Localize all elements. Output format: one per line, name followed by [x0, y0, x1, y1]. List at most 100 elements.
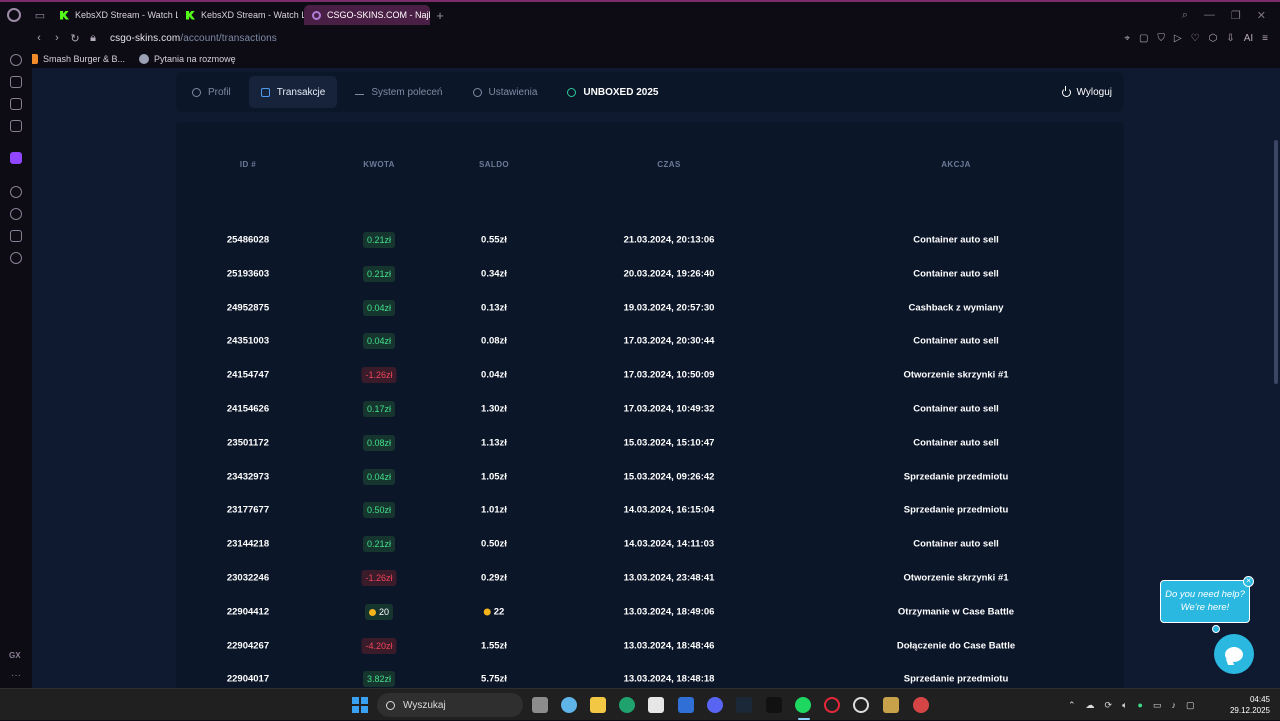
cell-balance: 1.30zł [481, 404, 507, 415]
tab-transakcje[interactable]: Transakcje [248, 76, 338, 108]
cloud-icon[interactable]: ☁ [1086, 700, 1095, 711]
copilot-icon[interactable] [561, 697, 577, 713]
system-tray: ⌃ ☁ ⟳ 🔈︎ ● ▭ ♪ ▢ [1068, 689, 1194, 721]
help-pointer [1212, 625, 1220, 633]
opera-gx-icon[interactable] [824, 697, 840, 713]
bookmark-smash-burger[interactable]: Smash Burger & B... [28, 54, 125, 64]
store-icon[interactable] [648, 697, 664, 713]
messenger-icon[interactable] [10, 120, 22, 132]
cell-action: Container auto sell [913, 235, 999, 246]
notification-icon[interactable]: ▢ [1186, 700, 1195, 711]
page-scrollbar[interactable] [1274, 140, 1278, 384]
logout-button[interactable]: Wyloguj [1061, 85, 1120, 98]
heart-icon[interactable]: ♡ [1191, 33, 1200, 44]
gx-corner-icon[interactable] [10, 76, 22, 88]
microphone-icon[interactable]: ● [1138, 700, 1143, 710]
url-field[interactable]: csgo-skins.com/account/transactions [110, 33, 277, 44]
pin-icon[interactable]: ⌖ [1124, 33, 1130, 44]
taskbar-clock[interactable]: 04:45 29.12.2025 [1230, 694, 1270, 716]
menu-icon[interactable]: ≡ [1262, 33, 1268, 44]
tab-profil[interactable]: Profil [180, 76, 243, 108]
chat-button[interactable] [1214, 634, 1254, 674]
table-row: 23501172 0.08zł 1.13zł 15.03.2024, 15:10:47… [176, 433, 1124, 453]
browser-tab-3[interactable]: CSGO-SKINS.COM - Najle [304, 5, 430, 25]
file-explorer-icon[interactable] [590, 697, 606, 713]
help-bubble[interactable]: Do you need help? We're here! ✕ [1160, 576, 1254, 623]
task-view-icon[interactable] [532, 697, 548, 713]
spotify-icon[interactable] [795, 697, 811, 713]
play-icon[interactable]: ▷ [1174, 33, 1182, 44]
mail-icon[interactable] [678, 697, 694, 713]
cell-amount: -1.26zł [361, 367, 397, 384]
close-icon[interactable]: ✕ [1257, 9, 1266, 22]
table-row: 24351003 0.04zł 0.08zł 17.03.2024, 20:30:44… [176, 331, 1124, 351]
player-icon[interactable] [10, 186, 22, 198]
new-tab-button[interactable]: + [430, 8, 450, 23]
edge-icon[interactable] [619, 697, 635, 713]
ai-icon[interactable]: AI [1244, 33, 1253, 44]
cell-id: 24952875 [227, 302, 269, 313]
league-icon[interactable] [883, 697, 899, 713]
speaker-icon[interactable]: 🔈︎ [1122, 700, 1127, 711]
discord-icon[interactable] [707, 697, 723, 713]
reload-icon[interactable]: ↻ [66, 32, 84, 45]
header-id: ID # [239, 160, 257, 169]
cell-id-text: 24351003 [226, 335, 270, 347]
gx-control-icon[interactable] [10, 54, 22, 66]
cell-balance-text: 1.30zł [481, 403, 507, 415]
cell-amount-text: 3.82zł [366, 674, 392, 685]
cell-amount-text: 0.04zł [366, 471, 392, 482]
epic-games-icon[interactable] [766, 697, 782, 713]
header-action: AKCJA [941, 160, 971, 169]
chatgpt-icon[interactable] [853, 697, 869, 713]
cell-action: Otworzenie skrzynki #1 [903, 573, 1008, 584]
table-row: 23144218 0.21zł 0.50zł 14.03.2024, 14:11:03… [176, 534, 1124, 554]
settings-icon[interactable] [10, 252, 22, 264]
minimize-icon[interactable]: — [1204, 9, 1215, 22]
snapshot-icon[interactable]: ▢ [1139, 33, 1148, 44]
volume-icon[interactable]: ♪ [1171, 700, 1176, 710]
shield-icon[interactable]: ⛉ [1157, 33, 1165, 44]
taskbar-search[interactable]: Wyszukaj [377, 693, 523, 717]
tab-islands-icon[interactable]: ▭ [28, 2, 52, 28]
cell-balance: 0.29zł [481, 573, 507, 584]
maximize-icon[interactable]: ❐ [1231, 9, 1241, 22]
forward-icon[interactable]: › [48, 32, 66, 44]
cell-id-text: 23501172 [227, 437, 269, 449]
cell-id: 24154626 [227, 404, 269, 415]
chevron-up-icon[interactable]: ⌃ [1068, 700, 1076, 711]
windows-start-icon[interactable] [352, 697, 368, 713]
bookmark-label: Pytania na rozmowę [154, 54, 236, 64]
table-row: 22904017 3.82zł 5.75zł 13.03.2024, 18:48:18… [176, 669, 1124, 688]
history-icon[interactable] [10, 208, 22, 220]
cell-balance-text: 1.55zł [481, 640, 507, 652]
opera-logo-icon[interactable] [0, 2, 28, 28]
gx-cleaner-icon[interactable] [10, 98, 22, 110]
extensions-icon[interactable]: ⬡ [1209, 33, 1218, 44]
twitch-icon[interactable] [10, 152, 22, 164]
cell-balance-text: 0.34zł [481, 268, 507, 280]
gx-logo-icon: GX [9, 651, 21, 660]
back-icon[interactable]: ‹ [30, 32, 48, 44]
tab-system-polecen[interactable]: System poleceń [343, 76, 454, 108]
download-icon[interactable]: ⇩ [1226, 33, 1234, 44]
bookmark-pytania[interactable]: Pytania na rozmowę [139, 54, 236, 64]
app-icon[interactable] [913, 697, 929, 713]
display-icon[interactable]: ▭ [1153, 700, 1162, 711]
close-icon[interactable]: ✕ [1243, 576, 1254, 587]
browser-tab-1[interactable]: KebsXD Stream - Watch Li [52, 5, 178, 25]
tab-unboxed-2025[interactable]: UNBOXED 2025 [555, 76, 670, 108]
browser-tab-2[interactable]: KebsXD Stream - Watch Li [178, 5, 304, 25]
table-row: 24154626 0.17zł 1.30zł 17.03.2024, 10:49:32… [176, 399, 1124, 419]
search-tabs-icon[interactable]: ⌕ [1182, 9, 1188, 22]
cell-balance-text: 1.05zł [481, 471, 507, 483]
cell-balance-text: 5.75zł [481, 673, 507, 685]
steam-icon[interactable] [736, 697, 752, 713]
extensions-sidebar-icon[interactable] [10, 230, 22, 242]
more-icon[interactable]: ··· [11, 670, 21, 681]
tab-label: KebsXD Stream - Watch Li [201, 10, 304, 20]
tab-ustawienia[interactable]: Ustawienia [461, 76, 550, 108]
sync-icon[interactable]: ⟳ [1105, 700, 1113, 711]
cell-amount-text: 0.21zł [366, 268, 392, 279]
cell-time: 13.03.2024, 23:48:41 [624, 573, 715, 584]
